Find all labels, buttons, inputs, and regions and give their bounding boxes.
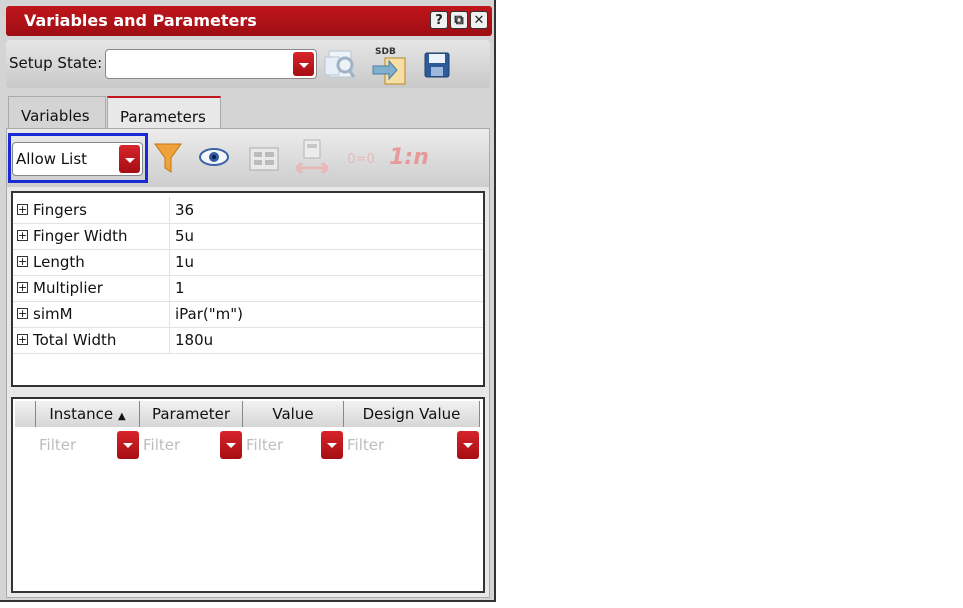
save-icon[interactable] — [422, 50, 452, 80]
filter-mode-highlight — [8, 133, 148, 183]
setup-state-combo[interactable] — [105, 49, 317, 79]
expand-icon[interactable]: + — [17, 204, 28, 215]
chevron-down-icon[interactable] — [293, 52, 314, 76]
expand-icon[interactable]: + — [17, 256, 28, 267]
parameters-toolbar: Allow List 0=0 1:n — [7, 129, 489, 187]
table-row[interactable]: + Finger Width 5u — [13, 223, 483, 250]
param-value[interactable]: 36 — [175, 201, 194, 219]
parameter-grid-icon[interactable] — [247, 145, 281, 173]
param-value[interactable]: 180u — [175, 331, 213, 349]
column-header-instance[interactable]: Instance ▲ — [36, 401, 140, 427]
table-row[interactable]: + Length 1u — [13, 249, 483, 276]
one-to-n-icon[interactable]: 1:n — [387, 141, 431, 173]
column-header-parameter[interactable]: Parameter — [140, 401, 243, 427]
expand-icon[interactable]: + — [17, 334, 28, 345]
sort-ascending-icon: ▲ — [117, 411, 126, 422]
variables-parameters-window: Variables and Parameters ? ⧉ ✕ Setup Sta… — [0, 0, 496, 602]
param-value[interactable]: iPar("m") — [175, 305, 243, 323]
column-header-design-value[interactable]: Design Value — [344, 401, 480, 427]
table-row[interactable]: + Fingers 36 — [13, 197, 483, 224]
param-value[interactable]: 1 — [175, 279, 185, 297]
param-name: Length — [33, 253, 85, 271]
title-bar[interactable]: Variables and Parameters ? ⧉ ✕ — [6, 6, 492, 36]
chevron-down-icon[interactable] — [321, 431, 343, 459]
equals-icon[interactable]: 0=0 — [343, 147, 379, 171]
table-row[interactable]: + simM iPar("m") — [13, 301, 483, 328]
close-icon[interactable]: ✕ — [470, 11, 488, 29]
instances-table: Instance ▲ Parameter Value Design Value … — [11, 397, 485, 593]
sdb-import-icon[interactable]: SDB — [368, 44, 410, 86]
table-row[interactable]: + Total Width 180u — [13, 327, 483, 354]
svg-text:SDB: SDB — [375, 47, 396, 57]
parameters-table: + Fingers 36 + Finger Width 5u + Length … — [11, 191, 485, 387]
parameter-filter[interactable]: Filter — [140, 431, 242, 459]
load-state-icon[interactable] — [322, 46, 360, 82]
filter-placeholder: Filter — [143, 436, 181, 454]
parameters-panel: Allow List 0=0 1:n + Fingers 36 + Finger… — [6, 128, 490, 598]
expand-icon[interactable]: + — [17, 230, 28, 241]
design-value-filter[interactable]: Filter — [344, 431, 479, 459]
expand-columns-icon[interactable] — [291, 137, 333, 179]
eye-icon[interactable] — [197, 143, 231, 171]
filter-placeholder: Filter — [347, 436, 385, 454]
param-name: Multiplier — [33, 279, 103, 297]
param-value[interactable]: 5u — [175, 227, 194, 245]
chevron-down-icon[interactable] — [457, 431, 479, 459]
expand-icon[interactable]: + — [17, 282, 28, 293]
chevron-down-icon[interactable] — [220, 431, 242, 459]
filter-placeholder: Filter — [246, 436, 284, 454]
setup-state-label: Setup State: — [9, 54, 103, 72]
param-name: Finger Width — [33, 227, 128, 245]
chevron-down-icon[interactable] — [117, 431, 139, 459]
param-name: simM — [33, 305, 73, 323]
param-name: Fingers — [33, 201, 87, 219]
window-title: Variables and Parameters — [24, 11, 257, 30]
value-filter[interactable]: Filter — [243, 431, 343, 459]
param-value[interactable]: 1u — [175, 253, 194, 271]
param-name: Total Width — [33, 331, 117, 349]
funnel-icon[interactable] — [153, 141, 183, 175]
column-header-value[interactable]: Value — [243, 401, 344, 427]
instance-filter[interactable]: Filter — [36, 431, 139, 459]
tab-variables[interactable]: Variables — [8, 96, 106, 128]
help-icon[interactable]: ? — [430, 11, 448, 29]
row-header-corner — [15, 401, 36, 427]
setup-state-row: Setup State: SDB — [6, 40, 490, 88]
table-row[interactable]: + Multiplier 1 — [13, 275, 483, 302]
restore-icon[interactable]: ⧉ — [450, 11, 468, 29]
expand-icon[interactable]: + — [17, 308, 28, 319]
tab-parameters[interactable]: Parameters — [107, 96, 221, 128]
filter-placeholder: Filter — [39, 436, 77, 454]
